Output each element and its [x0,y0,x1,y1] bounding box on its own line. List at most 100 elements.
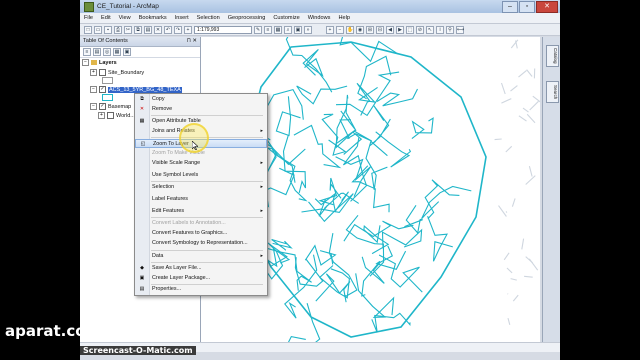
new-map-icon[interactable]: □ [84,25,92,34]
menu-edit[interactable]: Edit [97,13,115,23]
tree-root[interactable]: − Layers [82,59,117,66]
toc-header: Table Of Contents ⊓ ✕ [80,37,200,47]
menu-help[interactable]: Help [334,13,354,23]
list-by-selection-icon[interactable]: ▦ [113,48,121,56]
collapse-icon[interactable]: − [82,59,89,66]
find-icon[interactable]: ⚲ [446,25,454,34]
forward-extent-icon[interactable]: ▶ [396,25,404,34]
layer-acs-block-groups[interactable]: − ✓ ACS_13_5YR_BG_48_TEXA [90,86,182,93]
aparat-watermark: aparat.com [5,322,102,340]
menu-windows[interactable]: Windows [304,13,335,23]
menu-insert[interactable]: Insert [171,13,193,23]
layer-checkbox[interactable]: ✓ [99,86,106,93]
submenu-arrow-icon: ▸ [260,184,263,190]
title-bar: CE_Tutorial - ArcMap – ▫ ✕ [80,0,560,13]
save-icon[interactable]: ▪ [104,25,112,34]
menu-item-label-features[interactable]: Label Features [135,195,267,204]
menu-file[interactable]: File [80,13,97,23]
menu-geoprocessing[interactable]: Geoprocessing [224,13,270,23]
map-scale-input[interactable]: 1:179,993 [194,25,252,34]
menu-item-selection[interactable]: Selection ▸ [135,183,267,192]
minimize-button[interactable]: – [502,1,518,13]
pan-icon[interactable]: ✋ [346,25,354,34]
menu-item-convert-features[interactable]: Convert Features to Graphics... [135,229,267,238]
maximize-button[interactable]: ▫ [519,1,535,13]
block-group-boundary [365,140,388,190]
zoom-out-icon[interactable]: − [336,25,344,34]
menu-item-use-symbol-levels[interactable]: Use Symbol Levels [135,171,267,180]
arctoolbox-icon[interactable]: ▣ [294,25,302,34]
basemap-line [521,238,525,250]
menu-separator [151,181,263,182]
layer-basemap[interactable]: − ✓ Basemap [90,103,131,110]
search-icon[interactable]: ⌕ [284,25,292,34]
layer-checkbox[interactable] [107,112,114,119]
expand-icon[interactable]: + [98,112,105,119]
delete-icon[interactable]: ✕ [154,25,162,34]
list-by-source-icon[interactable]: ▤ [93,48,101,56]
python-icon[interactable]: » [304,25,312,34]
menu-item-edit-features[interactable]: Edit Features ▸ [135,207,267,216]
menu-item-convert-symbology[interactable]: Convert Symbology to Representation... [135,239,267,248]
save-layer-icon: ◆ [140,265,144,271]
layer-world[interactable]: + World... [98,112,135,119]
menu-item-label: Data [152,253,164,259]
identify-icon[interactable]: i [436,25,444,34]
submenu-arrow-icon: ▸ [260,208,263,214]
menu-item-remove[interactable]: ✕ Remove [135,105,267,114]
layer-checkbox[interactable]: ✓ [99,103,106,110]
standard-toolbar: □ ▭ ▪ ⎙ ✂ ⧉ ▤ ✕ ↶ ↷ + 1:179,993 ✎ ≡ ▦ ⌕ … [80,24,560,36]
select-features-icon[interactable]: ⬚ [406,25,414,34]
paste-icon[interactable]: ▤ [144,25,152,34]
toc-options-icon[interactable]: ▣ [123,48,131,56]
catalog-icon[interactable]: ▦ [274,25,282,34]
full-extent-icon[interactable]: ◉ [356,25,364,34]
pin-close-icons[interactable]: ⊓ ✕ [187,37,197,46]
expand-icon[interactable]: + [90,69,97,76]
menu-item-visible-scale-range[interactable]: Visible Scale Range ▸ [135,159,267,168]
layer-name: Basemap [108,103,132,110]
clear-selection-icon[interactable]: ⊘ [416,25,424,34]
block-group-boundary [421,185,472,220]
menu-customize[interactable]: Customize [269,13,303,23]
menu-item-create-layer-package[interactable]: ▣ Create Layer Package... [135,274,267,283]
undo-icon[interactable]: ↶ [164,25,172,34]
block-group-boundary [357,55,392,100]
close-button[interactable]: ✕ [536,1,558,13]
menu-bookmarks[interactable]: Bookmarks [135,13,171,23]
select-elements-icon[interactable]: ↖ [426,25,434,34]
zoom-in-icon[interactable]: + [326,25,334,34]
collapse-icon[interactable]: − [90,86,97,93]
list-by-drawing-order-icon[interactable]: ≡ [83,48,91,56]
basemap-line [525,256,534,264]
menu-separator [151,262,263,263]
redo-icon[interactable]: ↷ [174,25,182,34]
table-of-contents-icon[interactable]: ≡ [264,25,272,34]
fixed-zoom-out-icon[interactable]: ⊟ [376,25,384,34]
print-icon[interactable]: ⎙ [114,25,122,34]
window-title: CE_Tutorial - ArcMap [97,3,159,10]
study-area-outline [240,41,487,338]
fixed-zoom-in-icon[interactable]: ⊞ [366,25,374,34]
collapse-icon[interactable]: − [90,103,97,110]
layer-checkbox[interactable] [99,69,106,76]
add-data-icon[interactable]: + [184,25,192,34]
toc-toolbar: ≡ ▤ ◎ ▦ ▣ [80,47,200,58]
menu-view[interactable]: View [115,13,135,23]
editor-icon[interactable]: ✎ [254,25,262,34]
layer-site-boundary[interactable]: + Site_Boundary [90,69,144,76]
menu-item-save-as-layer-file[interactable]: ◆ Save As Layer File... [135,264,267,273]
menu-item-data[interactable]: Data ▸ [135,252,267,261]
search-tab[interactable]: Search [546,81,559,103]
measure-icon[interactable]: ⟷ [456,25,464,34]
cut-icon[interactable]: ✂ [124,25,132,34]
menu-item-copy[interactable]: ⧉ Copy [135,95,267,104]
list-by-visibility-icon[interactable]: ◎ [103,48,111,56]
open-icon[interactable]: ▭ [94,25,102,34]
menu-selection[interactable]: Selection [193,13,224,23]
back-extent-icon[interactable]: ◀ [386,25,394,34]
catalog-tab[interactable]: Catalog [546,45,559,67]
basemap-line [526,113,536,124]
copy-tool-icon[interactable]: ⧉ [134,25,142,34]
menu-item-properties[interactable]: ▤ Properties... [135,285,267,294]
